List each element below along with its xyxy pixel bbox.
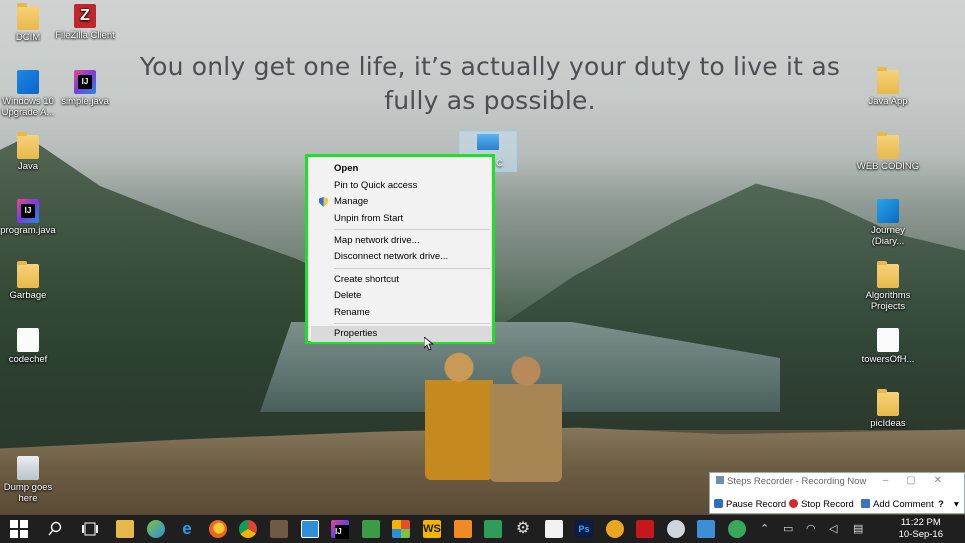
badge-app-icon[interactable] [606, 520, 624, 538]
windows-icon [17, 70, 39, 94]
search-icon[interactable] [46, 520, 64, 538]
desktop-icon-java[interactable]: Java [0, 132, 63, 172]
menu-separator [334, 323, 490, 324]
context-menu: Open Pin to Quick access Manage Unpin fr… [305, 154, 495, 344]
shield-icon [319, 197, 328, 207]
taskbar: e WS ⚙ Ps ⌃ ▭ ◠ ◁ 11:22 PM 10-Sep-16 ▤ [0, 515, 965, 543]
desktop-icon-codechef[interactable]: codechef [0, 328, 63, 365]
menu-item-create-shortcut[interactable]: Create shortcut [311, 272, 492, 288]
desktop-icon-simple-java[interactable]: simple.java [50, 70, 120, 107]
intellij-icon [74, 70, 96, 94]
folder-icon [17, 261, 39, 288]
steps-recorder-toolbar: Pause Record Stop Record Add Comment ? ▾ [712, 497, 964, 513]
menu-separator [334, 229, 490, 230]
acrobat-icon[interactable] [636, 520, 654, 538]
steps-recorder-icon [716, 476, 724, 484]
spreadsheet-app-icon[interactable] [362, 520, 380, 538]
help-button[interactable]: ? [938, 497, 944, 513]
desktop-icon-algorithms-projects[interactable]: Algorithms Projects [853, 261, 923, 312]
menu-item-rename[interactable]: Rename [311, 305, 492, 321]
chevron-up-icon[interactable]: ⌃ [760, 522, 769, 535]
desktop-icon-picideas[interactable]: picIdeas [853, 389, 923, 429]
camtasia-icon[interactable] [484, 520, 502, 538]
app-frame-icon[interactable] [301, 520, 319, 538]
settings-gear-icon[interactable]: ⚙ [514, 520, 532, 538]
colorful-tiles-icon[interactable] [392, 520, 410, 538]
mouse-cursor [423, 336, 435, 351]
menu-item-pin-quick-access[interactable]: Pin to Quick access [311, 178, 492, 194]
quote-line-2: fully as possible. [384, 86, 596, 115]
desktop: You only get one life, it’s actually you… [0, 0, 965, 515]
pause-record-button[interactable]: Pause Record [714, 497, 786, 513]
this-pc-label: C [496, 158, 503, 169]
menu-item-map-network-drive[interactable]: Map network drive... [311, 233, 492, 249]
desktop-icon-recycle-bin[interactable]: Dump goes here [0, 456, 63, 504]
menu-item-delete[interactable]: Delete [311, 288, 492, 304]
document-icon [17, 328, 39, 352]
folder-icon [17, 3, 39, 30]
editor-app-icon[interactable] [454, 520, 472, 538]
desktop-icon-towers[interactable]: towersOfH... [853, 328, 923, 365]
folder-icon [877, 67, 899, 94]
document-icon [877, 328, 899, 352]
notifications-icon[interactable]: ▤ [853, 522, 863, 535]
notepad-icon[interactable] [545, 520, 563, 538]
steps-recorder-window: Steps Recorder - Recording Now –▢✕ Pause… [709, 472, 965, 514]
folder-icon [877, 132, 899, 159]
menu-item-unpin-start[interactable]: Unpin from Start [311, 211, 492, 227]
clock[interactable]: 11:22 PM 10-Sep-16 [899, 517, 943, 541]
image-viewer-icon[interactable] [270, 520, 288, 538]
add-comment-icon [861, 499, 870, 508]
intellij-icon[interactable] [331, 520, 349, 539]
menu-separator [334, 268, 490, 269]
task-view-icon[interactable] [81, 520, 99, 538]
person-right [490, 356, 562, 482]
volume-icon[interactable]: ◁ [829, 522, 837, 535]
stop-record-button[interactable]: Stop Record [789, 497, 854, 513]
desktop-icon-journey[interactable]: Journey (Diary... [853, 199, 923, 247]
stop-icon [789, 499, 798, 508]
intellij-icon [17, 199, 39, 223]
wallpaper-quote: You only get one life, it’s actually you… [100, 50, 880, 118]
steps-recorder-title: Steps Recorder - Recording Now [716, 476, 866, 487]
utility-app-icon[interactable] [667, 520, 685, 538]
filezilla-icon: Z [74, 4, 96, 28]
quote-line-1: You only get one life, it’s actually you… [139, 52, 841, 81]
steps-recorder-taskbar-icon[interactable] [697, 520, 715, 538]
start-button[interactable] [10, 520, 28, 538]
battery-icon[interactable]: ▭ [783, 522, 793, 535]
desktop-icon-program-java[interactable]: program.java [0, 199, 63, 236]
desktop-icon-web-coding[interactable]: WEB CODING [853, 132, 923, 172]
desktop-icon-garbage[interactable]: Garbage [0, 261, 63, 301]
green-app-icon[interactable] [728, 520, 746, 538]
chrome-icon[interactable] [239, 520, 257, 538]
add-comment-button[interactable]: Add Comment [861, 497, 934, 513]
menu-item-open[interactable]: Open [311, 161, 492, 177]
firefox-icon[interactable] [209, 520, 227, 538]
pause-icon [714, 499, 723, 508]
menu-item-manage[interactable]: Manage [311, 194, 492, 210]
folder-icon [17, 132, 39, 159]
computer-icon [477, 134, 499, 150]
dropdown-arrow-icon[interactable]: ▾ [954, 497, 959, 513]
window-controls[interactable]: –▢✕ [883, 475, 960, 486]
folder-icon [877, 261, 899, 288]
folder-icon [877, 389, 899, 416]
photoshop-icon[interactable]: Ps [575, 520, 593, 538]
person-left [425, 352, 493, 480]
webstorm-icon[interactable]: WS [423, 520, 441, 538]
menu-item-disconnect-network-drive[interactable]: Disconnect network drive... [311, 249, 492, 265]
recycle-bin-icon [17, 456, 39, 480]
desktop-icon-java-app[interactable]: Java App [853, 67, 923, 107]
globe-app-icon[interactable] [147, 520, 165, 538]
file-explorer-icon[interactable] [116, 520, 134, 538]
menu-item-properties[interactable]: Properties [311, 326, 492, 342]
edge-icon[interactable]: e [178, 520, 196, 538]
desktop-icon-filezilla[interactable]: Z FileZilla Client [50, 4, 120, 41]
wifi-icon[interactable]: ◠ [806, 522, 816, 535]
journey-app-icon [877, 199, 899, 223]
